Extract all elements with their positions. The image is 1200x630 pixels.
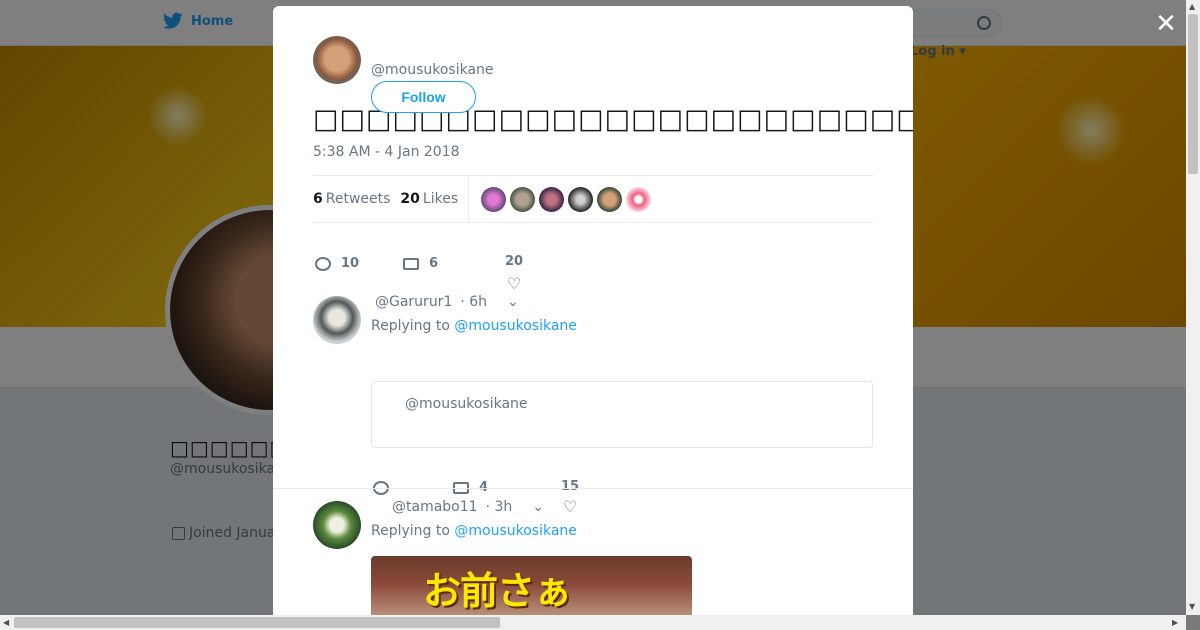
scroll-down-icon[interactable]: ▼ [1189,602,1195,611]
likes-stat[interactable]: 20 Likes [400,191,458,207]
replying-to: Replying to @mousukosikane [371,523,577,539]
vertical-scrollbar[interactable]: ▲ ▼ [1186,0,1200,615]
reply-time[interactable]: · 6h [460,294,487,310]
tweet-modal: @mousukosikane □□□□□□□□□□□□□□□□□□□□□□□□□… [273,6,913,615]
heart-icon: ♡ [563,497,578,516]
replying-to-link[interactable]: @mousukosikane [454,318,577,334]
reply-icon [315,256,331,271]
like-action[interactable]: 20 ♡ [505,254,523,293]
quoted-tweet[interactable]: @mousukosikane [371,381,873,448]
close-icon[interactable]: ✕ [1154,11,1178,37]
reply-time[interactable]: · 3h [486,499,513,515]
reply-avatar[interactable] [313,501,361,549]
tweet-stats: 6 Retweets 20 Likes [313,175,873,223]
retweets-stat[interactable]: 6 Retweets [313,191,390,207]
horizontal-scrollbar[interactable]: ◀ ▶ [0,615,1186,630]
scroll-right-icon[interactable]: ▶ [1172,618,1178,627]
liker-avatar[interactable] [539,186,565,212]
reply-meta: @tamabo11 · 3h ⌄ [392,499,544,515]
quoted-handle: @mousukosikane [405,396,528,412]
retweet-icon [403,257,419,270]
scroll-up-icon[interactable]: ▲ [1189,2,1195,11]
reply-meta: @Garurur1 · 6h ⌄ [375,294,519,310]
tweet-timestamp[interactable]: 5:38 AM - 4 Jan 2018 [313,144,460,160]
reply-divider [273,488,913,489]
stats-divider [468,176,470,222]
like-action[interactable]: 15 ♡ [561,479,579,516]
tweet-author-handle[interactable]: @mousukosikane [371,62,494,78]
chevron-down-icon[interactable]: ⌄ [532,499,544,515]
tweet-actions: 10 6 20 ♡ [315,236,523,293]
liker-avatar[interactable] [510,186,536,212]
reply-handle[interactable]: @Garurur1 [375,294,452,310]
replying-to-link[interactable]: @mousukosikane [454,523,577,539]
reply-action[interactable]: 10 [315,256,403,271]
reply-media-image[interactable]: お前さぁ [371,556,692,615]
retweet-action[interactable]: 6 [403,256,505,271]
likers-avatars [481,186,652,212]
reply-avatar[interactable] [313,296,361,344]
scroll-left-icon[interactable]: ◀ [3,618,9,627]
liker-avatar[interactable] [481,186,507,212]
vertical-scroll-thumb[interactable] [1188,14,1198,174]
heart-icon: ♡ [507,274,522,293]
liker-avatar[interactable] [568,186,594,212]
media-caption: お前さぁ [423,569,572,613]
reply-handle[interactable]: @tamabo11 [392,499,478,515]
liker-avatar[interactable] [626,186,652,212]
replying-to: Replying to @mousukosikane [371,318,577,334]
tweet-author-avatar[interactable] [313,36,361,84]
horizontal-scroll-thumb[interactable] [14,617,500,628]
follow-button[interactable]: Follow [371,81,476,113]
liker-avatar[interactable] [597,186,623,212]
chevron-down-icon[interactable]: ⌄ [507,294,519,310]
